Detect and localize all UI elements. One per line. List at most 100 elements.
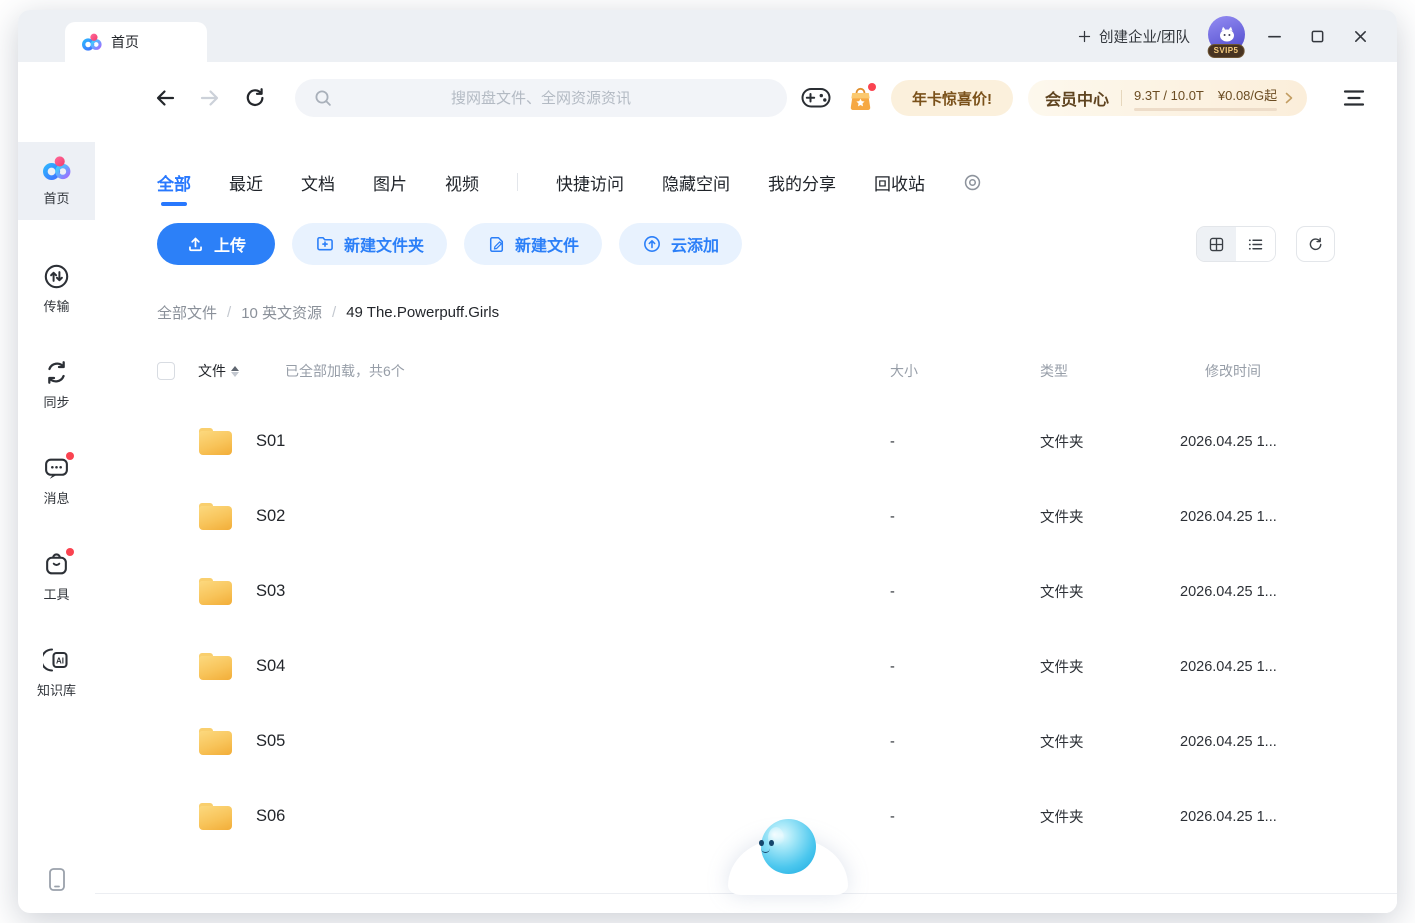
netdisk-logo-icon bbox=[82, 32, 102, 52]
folder-icon bbox=[199, 428, 232, 455]
create-team-button[interactable]: 创建企业/团队 bbox=[1077, 26, 1190, 47]
user-avatar[interactable]: SVIP5 bbox=[1206, 14, 1246, 58]
breadcrumb-separator: / bbox=[227, 304, 231, 321]
refresh-page-button[interactable] bbox=[243, 86, 267, 110]
sidebar-item-knowledge-base[interactable]: AI 知识库 bbox=[18, 640, 95, 705]
mascot-bubble bbox=[761, 819, 816, 874]
file-row[interactable]: S05 - 文件夹 2026.04.25 1... bbox=[95, 704, 1397, 779]
search-box[interactable] bbox=[295, 79, 787, 117]
nav-tab[interactable]: 文档 bbox=[301, 170, 335, 195]
sidebar-item-tools[interactable]: 工具 bbox=[18, 544, 95, 609]
gift-bag-icon[interactable] bbox=[845, 83, 875, 113]
file-type: 文件夹 bbox=[1040, 581, 1084, 602]
file-row[interactable]: S01 - 文件夹 2026.04.25 1... bbox=[95, 404, 1397, 479]
nav-tab[interactable]: 最近 bbox=[229, 170, 263, 195]
create-team-label: 创建企业/团队 bbox=[1099, 26, 1190, 47]
type-column-label: 类型 bbox=[1040, 361, 1068, 381]
nav-tabs: 全部 最近 文档 图片 视频 快捷访问 隐藏空间 我的分享 回收站 bbox=[95, 160, 1397, 204]
file-row[interactable]: S04 - 文件夹 2026.04.25 1... bbox=[95, 629, 1397, 704]
games-icon[interactable] bbox=[801, 83, 831, 113]
close-button[interactable] bbox=[1345, 21, 1375, 51]
nav-tab[interactable]: 视频 bbox=[445, 170, 479, 195]
sidebar-item-messages[interactable]: 消息 bbox=[18, 448, 95, 513]
promo-label: 年卡惊喜价! bbox=[912, 88, 992, 109]
file-size: - bbox=[890, 584, 895, 600]
sidebar-item-transfer[interactable]: 传输 bbox=[18, 256, 95, 321]
maximize-button[interactable] bbox=[1302, 21, 1332, 51]
gift-notification-dot bbox=[868, 83, 876, 91]
sidebar-label: 同步 bbox=[43, 392, 69, 411]
file-column-sort[interactable]: 文件 bbox=[198, 361, 239, 381]
breadcrumb-item[interactable]: 10 英文资源 bbox=[241, 302, 322, 323]
nav-tab-label: 隐藏空间 bbox=[662, 175, 730, 194]
refresh-list-button[interactable] bbox=[1296, 226, 1335, 262]
vip-level-badge: SVIP5 bbox=[1208, 44, 1245, 58]
home-window-tab[interactable]: 首页 bbox=[65, 22, 207, 62]
actions-toolbar: 上传 新建文件夹 新建文件 bbox=[95, 223, 1397, 265]
file-size: - bbox=[890, 734, 895, 750]
annual-card-promo-button[interactable]: 年卡惊喜价! bbox=[891, 80, 1013, 116]
tabs-settings-icon[interactable] bbox=[963, 173, 982, 192]
ai-icon-text: AI bbox=[56, 657, 64, 666]
file-modified-time: 2026.04.25 1... bbox=[1180, 434, 1277, 450]
sidebar-label: 工具 bbox=[43, 584, 69, 603]
new-folder-label: 新建文件夹 bbox=[344, 232, 424, 256]
new-file-button[interactable]: 新建文件 bbox=[464, 223, 602, 265]
member-center-button[interactable]: 会员中心 9.3T / 10.0T ¥0.08/G起 bbox=[1028, 80, 1307, 116]
file-row[interactable]: S02 - 文件夹 2026.04.25 1... bbox=[95, 479, 1397, 554]
minimize-button[interactable] bbox=[1259, 21, 1289, 51]
main-content: 年卡惊喜价! 会员中心 9.3T / 10.0T ¥0.08/G起 bbox=[95, 62, 1397, 913]
upload-button[interactable]: 上传 bbox=[157, 223, 275, 265]
search-input[interactable] bbox=[295, 79, 787, 117]
nav-tab[interactable]: 回收站 bbox=[874, 170, 925, 195]
home-netdisk-logo-icon bbox=[43, 154, 71, 182]
file-modified-time: 2026.04.25 1... bbox=[1180, 584, 1277, 600]
sidebar-item-home[interactable]: 首页 bbox=[18, 142, 95, 220]
nav-tab-label: 快捷访问 bbox=[556, 175, 624, 194]
file-type: 文件夹 bbox=[1040, 431, 1084, 452]
nav-tab-label: 我的分享 bbox=[768, 175, 836, 194]
forward-button[interactable] bbox=[198, 86, 222, 110]
mobile-phone-icon[interactable] bbox=[46, 867, 68, 893]
assistant-mascot[interactable] bbox=[728, 819, 848, 895]
window-tab-title: 首页 bbox=[111, 32, 139, 52]
nav-tab[interactable]: 全部 bbox=[157, 170, 191, 195]
file-modified-time: 2026.04.25 1... bbox=[1180, 809, 1277, 825]
new-folder-button[interactable]: 新建文件夹 bbox=[292, 223, 447, 265]
sidebar-label: 传输 bbox=[43, 296, 69, 315]
modified-column-label: 修改时间 bbox=[1205, 361, 1261, 381]
storage-usage-text: 9.3T / 10.0T bbox=[1134, 88, 1204, 103]
nav-tab-label: 图片 bbox=[373, 175, 407, 194]
nav-tab[interactable]: 图片 bbox=[373, 170, 407, 195]
nav-tabs-list: 全部 最近 文档 图片 视频 快捷访问 隐藏空间 我的分享 回收站 bbox=[157, 170, 925, 195]
folder-icon bbox=[199, 503, 232, 530]
toolbar: 年卡惊喜价! 会员中心 9.3T / 10.0T ¥0.08/G起 bbox=[95, 62, 1397, 134]
file-row[interactable]: S03 - 文件夹 2026.04.25 1... bbox=[95, 554, 1397, 629]
nav-tab-label: 全部 bbox=[157, 175, 191, 194]
member-center-label: 会员中心 bbox=[1045, 86, 1109, 110]
cloud-add-button[interactable]: 云添加 bbox=[619, 223, 742, 265]
message-bubble-icon bbox=[43, 454, 71, 482]
file-name: S02 bbox=[256, 507, 285, 526]
list-view-button[interactable] bbox=[1236, 227, 1275, 261]
nav-tab[interactable]: 隐藏空间 bbox=[662, 170, 730, 195]
back-button[interactable] bbox=[153, 86, 177, 110]
nav-tab[interactable]: 快捷访问 bbox=[556, 170, 624, 195]
grid-view-button[interactable] bbox=[1197, 227, 1236, 261]
file-modified-time: 2026.04.25 1... bbox=[1180, 734, 1277, 750]
select-all-checkbox[interactable] bbox=[157, 362, 175, 380]
file-name: S06 bbox=[256, 807, 285, 826]
file-size: - bbox=[890, 509, 895, 525]
breadcrumb-item[interactable]: 全部文件 bbox=[157, 302, 217, 323]
bottom-bar bbox=[95, 893, 1397, 913]
sort-icon bbox=[231, 366, 239, 377]
cloud-add-icon bbox=[642, 234, 662, 254]
main-menu-icon[interactable] bbox=[1339, 83, 1369, 113]
nav-tab-label: 最近 bbox=[229, 175, 263, 194]
sidebar-label: 知识库 bbox=[37, 680, 76, 699]
nav-tab[interactable]: 我的分享 bbox=[768, 170, 836, 195]
file-name: S05 bbox=[256, 732, 285, 751]
file-size: - bbox=[890, 809, 895, 825]
sidebar-item-sync[interactable]: 同步 bbox=[18, 352, 95, 417]
folder-icon bbox=[199, 653, 232, 680]
